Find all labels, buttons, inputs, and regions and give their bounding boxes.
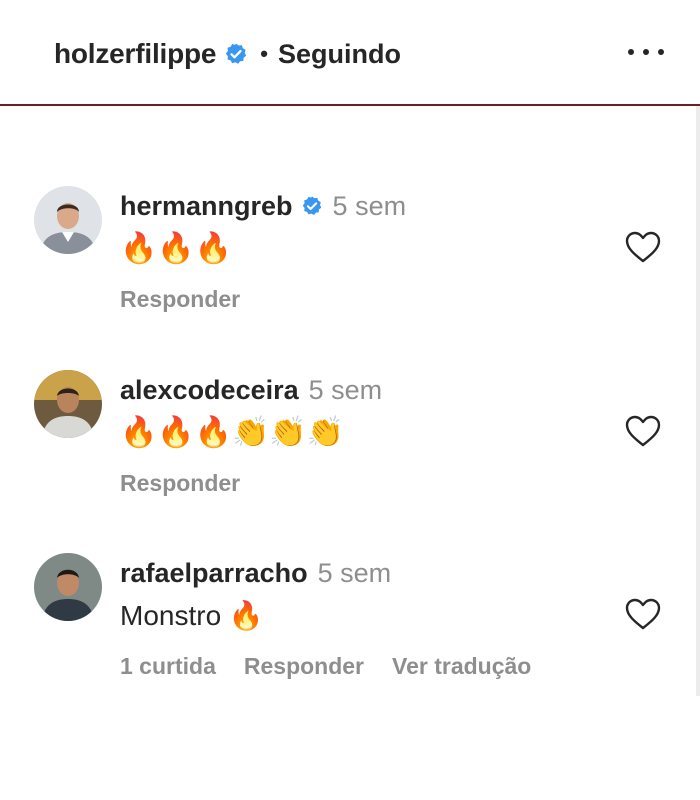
avatar[interactable]	[34, 370, 102, 438]
comment-body: alexcodeceira 5 sem 🔥🔥🔥👏👏👏 Responder	[120, 370, 600, 497]
scrollbar[interactable]	[696, 106, 700, 696]
more-dot	[643, 49, 649, 55]
comment-actions: 1 curtida Responder Ver tradução	[120, 653, 600, 680]
like-heart-icon[interactable]	[624, 597, 662, 631]
post-header: holzerfilippe • Seguindo	[0, 0, 700, 106]
comment-username[interactable]: rafaelparracho	[120, 558, 308, 589]
reply-button[interactable]: Responder	[120, 286, 240, 313]
comment-item: alexcodeceira 5 sem 🔥🔥🔥👏👏👏 Responder	[34, 370, 674, 510]
comment-actions: Responder	[120, 286, 600, 313]
more-dot	[628, 49, 634, 55]
header-user-block: holzerfilippe • Seguindo	[54, 34, 401, 74]
comment-time[interactable]: 5 sem	[318, 558, 392, 589]
comment-actions: Responder	[120, 470, 600, 497]
see-translation-button[interactable]: Ver tradução	[392, 653, 531, 680]
more-dot	[658, 49, 664, 55]
comment-body: hermanngreb 5 sem 🔥🔥🔥 Responder	[120, 186, 600, 313]
like-heart-icon[interactable]	[624, 414, 662, 448]
comment-time[interactable]: 5 sem	[309, 375, 383, 406]
reply-button[interactable]: Responder	[120, 470, 240, 497]
comment-header: hermanngreb 5 sem	[120, 186, 600, 226]
avatar[interactable]	[34, 553, 102, 621]
comment-time[interactable]: 5 sem	[333, 191, 407, 222]
comment-header: alexcodeceira 5 sem	[120, 370, 600, 410]
comment-text: 🔥🔥🔥	[120, 230, 233, 266]
comment-body: rafaelparracho 5 sem Monstro 🔥 1 curtida…	[120, 553, 600, 680]
comment-header: rafaelparracho 5 sem	[120, 553, 600, 593]
comment-username[interactable]: hermanngreb	[120, 191, 293, 222]
comment-username[interactable]: alexcodeceira	[120, 375, 299, 406]
header-separator: •	[260, 41, 268, 66]
comment-text: 🔥🔥🔥👏👏👏	[120, 414, 345, 450]
like-heart-icon[interactable]	[624, 230, 662, 264]
following-button[interactable]: Seguindo	[278, 39, 401, 70]
likes-count-link[interactable]: 1 curtida	[120, 653, 216, 680]
post-author-username[interactable]: holzerfilippe	[54, 38, 216, 70]
comment-item: rafaelparracho 5 sem Monstro 🔥 1 curtida…	[34, 553, 674, 693]
comment-text: Monstro 🔥	[120, 599, 264, 631]
reply-button[interactable]: Responder	[244, 653, 364, 680]
avatar-image	[34, 186, 102, 254]
comment-item: hermanngreb 5 sem 🔥🔥🔥 Responder	[34, 186, 674, 326]
avatar-image	[34, 370, 102, 438]
avatar[interactable]	[34, 186, 102, 254]
avatar-image	[34, 553, 102, 621]
verified-badge-icon	[302, 196, 321, 215]
more-options-icon[interactable]	[628, 42, 664, 62]
verified-badge-icon	[226, 43, 247, 64]
